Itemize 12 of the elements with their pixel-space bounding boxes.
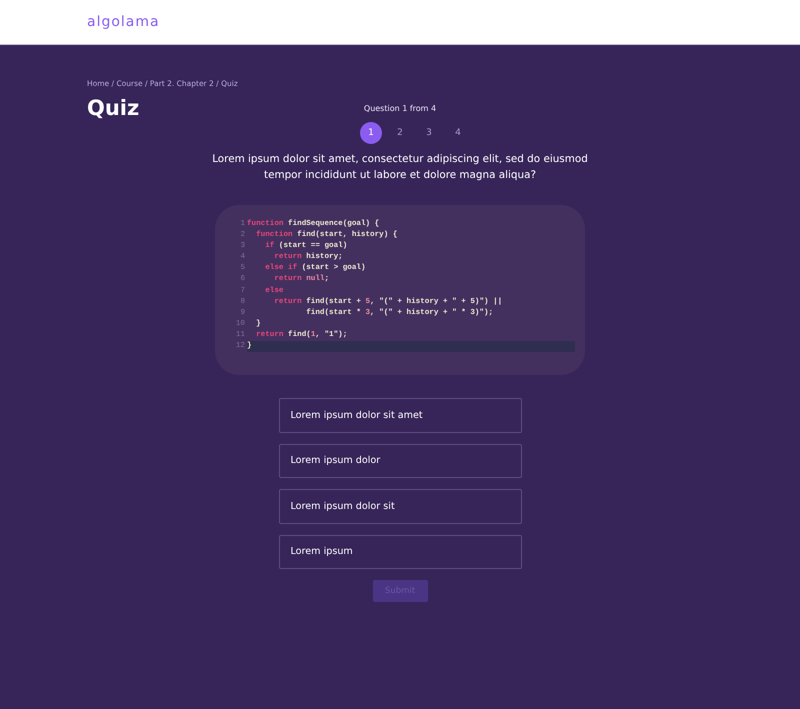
page-button[interactable]: 3 — [418, 122, 440, 144]
logo[interactable]: algolama — [87, 14, 160, 30]
page-button[interactable]: 1 — [360, 122, 382, 144]
page-button[interactable]: 2 — [389, 122, 411, 144]
answer-option[interactable]: Lorem ipsum dolor — [278, 444, 522, 478]
answer-option[interactable]: Lorem ipsum dolor sit — [278, 489, 522, 524]
answer-option[interactable]: Lorem ipsum dolor sit amet — [278, 398, 522, 432]
answer-option[interactable]: Lorem ipsum — [278, 534, 522, 569]
question-text: Lorem ipsum dolor sit amet, consectetur adipiscing elit, sed do eiusmod tempor incididunt ut labore et dolore magna aliqua? — [211, 152, 589, 182]
page-button[interactable]: 4 — [447, 122, 469, 144]
question-counter: Question 1 from 4 — [364, 104, 436, 113]
page-title: Quiz — [87, 96, 140, 120]
